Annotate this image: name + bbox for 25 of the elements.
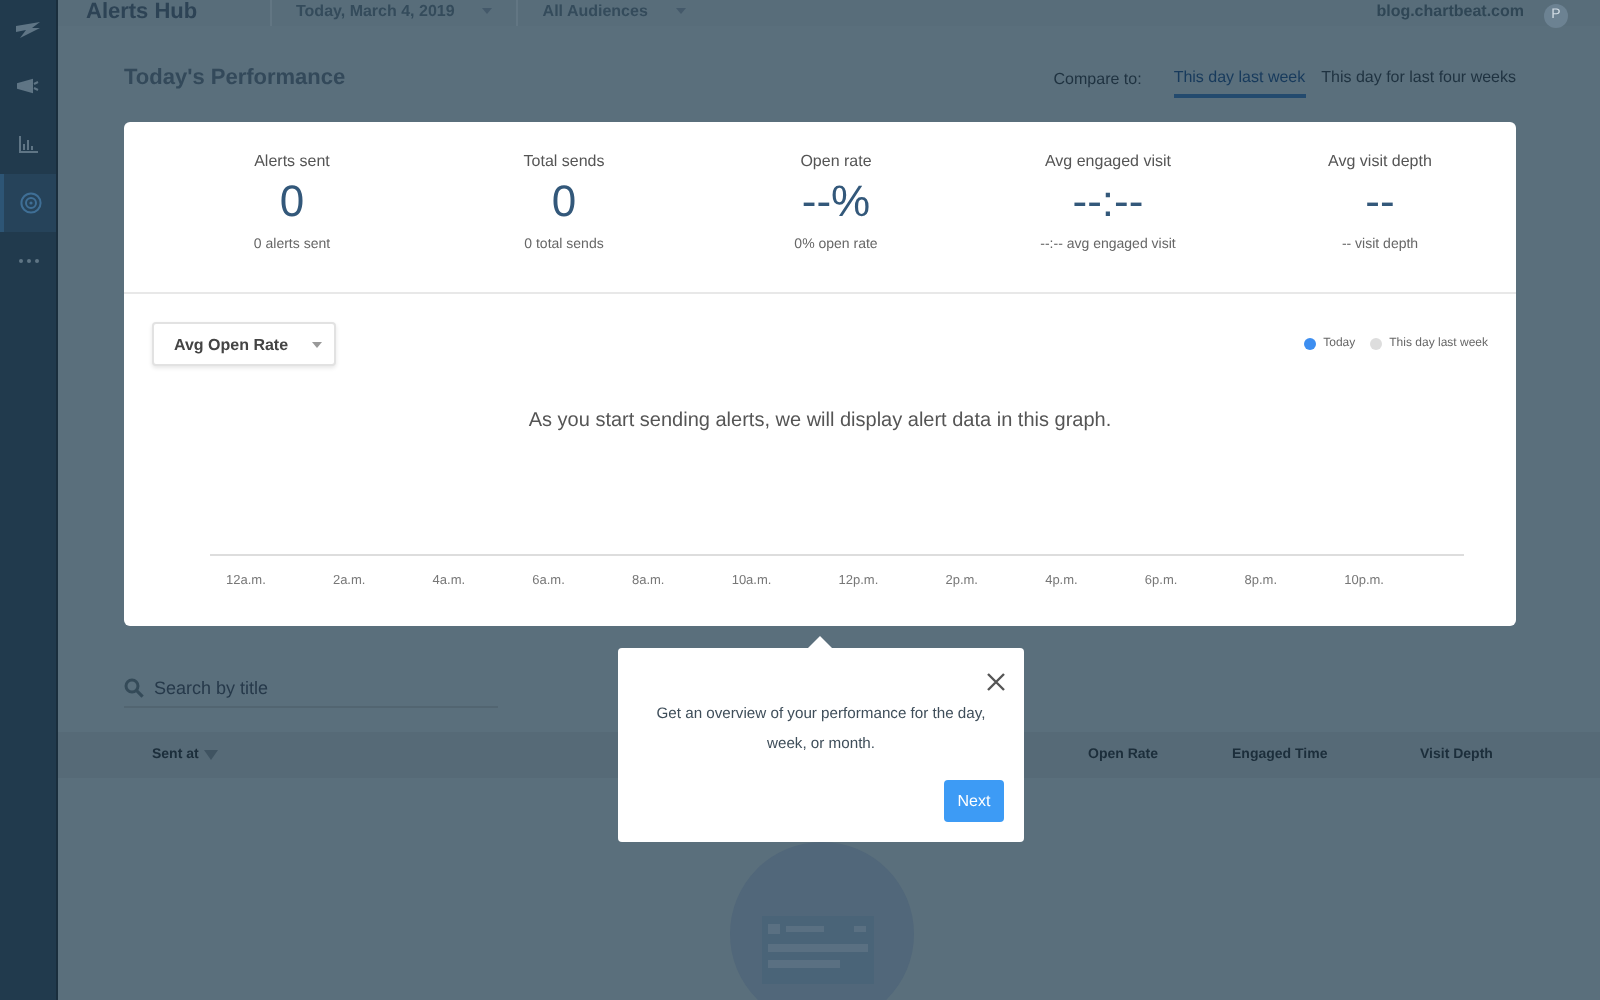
caret-icon xyxy=(312,341,323,348)
stat-label: Alerts sent xyxy=(254,152,330,170)
metric-dropdown[interactable]: Avg Open Rate xyxy=(152,322,336,366)
stat-label: Total sends xyxy=(523,152,605,170)
close-button[interactable] xyxy=(984,670,1008,694)
compare-tab[interactable]: This day last week xyxy=(1173,59,1306,97)
stat-value: --% xyxy=(801,176,871,228)
logo-icon[interactable] xyxy=(14,19,42,39)
stat-value: -- xyxy=(1365,176,1395,228)
compare-tab[interactable]: This day for last four weeks xyxy=(1321,59,1516,97)
stat-value: 0 xyxy=(551,176,577,228)
close-icon xyxy=(986,672,1006,692)
search-icon xyxy=(124,678,144,698)
bar-chart-icon[interactable] xyxy=(18,136,38,154)
target-icon[interactable] xyxy=(19,192,41,214)
stat-label: Avg engaged visit xyxy=(1044,152,1171,170)
stat-label: Open rate xyxy=(800,152,872,170)
compare-label: Compare to: xyxy=(1053,69,1142,87)
next-button[interactable]: Next xyxy=(944,780,1004,822)
stat-value: 0 xyxy=(279,176,305,228)
stat-value: --:-- xyxy=(1072,176,1144,228)
empty-chart-message: As you start sending alerts, we will display alert data in this graph. xyxy=(526,410,1114,432)
stat-label: Avg visit depth xyxy=(1328,152,1432,170)
megaphone-icon[interactable] xyxy=(16,78,40,96)
more-icon[interactable] xyxy=(17,258,39,264)
